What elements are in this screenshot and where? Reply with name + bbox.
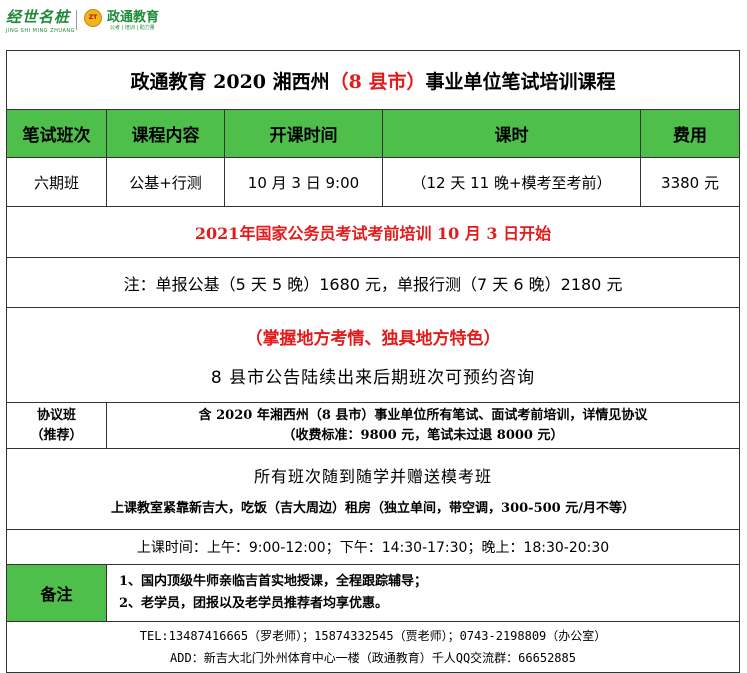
zhengtong-logo-slogan: 公考 | 培训 | 助力量 <box>110 25 155 31</box>
contact-address: ADD：新吉大北门外州体育中心一楼（政通教育）千人QQ交流群：66652885 <box>170 651 576 665</box>
national-exam-notice: 2021年国家公务员考试考前培训 10 月 3 日开始 <box>5 206 741 258</box>
contact-phone: TEL:13487416665（罗老师）；15874332545（贾老师）；07… <box>139 629 607 643</box>
title-part-2: （8 县市） <box>329 70 426 93</box>
title-part-1: 政通教育 2020 湘西州 <box>130 70 330 93</box>
follow-row: 所有班次随到随学并赠送模考班 上课教室紧靠新吉大，吃饭（吉大周边）租房（独立单间… <box>5 448 741 530</box>
title-part-3: 事业单位笔试培训课程 <box>425 70 616 93</box>
remark-item-1: 1、国内顶级牛师亲临吉首实地授课，全程跟踪辅导； <box>119 574 428 589</box>
follow-study-block: 所有班次随到随学并赠送模考班 上课教室紧靠新吉大，吃饭（吉大周边）租房（独立单间… <box>5 448 741 530</box>
agreement-label-line-2: （推荐） <box>30 427 83 443</box>
agreement-label-line-1: 协议班 <box>36 407 76 423</box>
class-time-row: 上课时间：上午：9:00-12:00；下午：14:30-17:30；晚上：18:… <box>5 529 741 565</box>
jingshi-logo-sub: JING SHI MING ZHUANG <box>6 28 76 34</box>
single-enroll-note: 注：单报公基（5 天 5 晚）1680 元，单报行测（7 天 6 晚）2180 … <box>5 257 741 308</box>
reservation-note: 8 县市公告陆续出来后期班次可预约咨询 <box>210 368 536 388</box>
cell-content: 公基+行测 <box>106 157 225 207</box>
agreement-text-line-2: （收费标准：9800 元，笔试未过退 8000 元） <box>282 427 564 443</box>
title-row: 政通教育 2020 湘西州（8 县市）事业单位笔试培训课程 <box>5 50 741 110</box>
local-feature-slogan: （掌握地方考情、独具地方特色） <box>245 329 501 349</box>
header-content: 课程内容 <box>106 109 225 158</box>
follow-study-text: 所有班次随到随学并赠送模考班 <box>254 466 493 486</box>
jingshi-logo-name: 经世名桩 <box>6 8 71 26</box>
class-time: 上课时间：上午：9:00-12:00；下午：14:30-17:30；晚上：18:… <box>5 529 741 565</box>
header-class: 笔试班次 <box>6 109 107 158</box>
agreement-row: 协议班 （推荐） 含 2020 年湘西州（8 县市）事业单位所有笔试、面试考前培… <box>6 402 741 449</box>
remarks-label: 备注 <box>6 564 107 622</box>
logo-strip: 经世名桩 JING SHI MING ZHUANG ZT 政通教育 公考 | 培… <box>6 4 306 34</box>
cell-hours: （12 天 11 晚+模考至考前） <box>382 157 641 207</box>
remarks-text: 1、国内顶级牛师亲临吉首实地授课，全程跟踪辅导； 2、老学员，团报以及老学员推荐… <box>105 564 741 622</box>
logo-divider <box>76 10 77 30</box>
grasp-row: （掌握地方考情、独具地方特色） 8 县市公告陆续出来后期班次可预约咨询 <box>5 307 741 403</box>
national-exam-row: 2021年国家公务员考试考前培训 10 月 3 日开始 <box>5 206 741 258</box>
cell-start-time: 10 月 3 日 9:00 <box>224 157 383 207</box>
cell-fee: 3380 元 <box>639 157 741 207</box>
contact-row: TEL:13487416665（罗老师）；15874332545（贾老师）；07… <box>5 621 741 673</box>
agreement-text-line-1: 含 2020 年湘西州（8 县市）事业单位所有笔试、面试考前培训，详情见协议 <box>198 407 648 423</box>
header-start-time: 开课时间 <box>224 109 383 158</box>
remarks-row: 备注 1、国内顶级牛师亲临吉首实地授课，全程跟踪辅导； 2、老学员，团报以及老学… <box>6 564 741 622</box>
single-note-row: 注：单报公基（5 天 5 晚）1680 元，单报行测（7 天 6 晚）2180 … <box>5 257 741 308</box>
agreement-description: 含 2020 年湘西州（8 县市）事业单位所有笔试、面试考前培训，详情见协议 （… <box>105 402 741 449</box>
course-table: 政通教育 2020 湘西州（8 县市）事业单位笔试培训课程 笔试班次 课程内容 … <box>5 50 741 673</box>
cell-class: 六期班 <box>6 157 107 207</box>
local-feature-block: （掌握地方考情、独具地方特色） 8 县市公告陆续出来后期班次可预约咨询 <box>5 307 741 403</box>
page-title: 政通教育 2020 湘西州（8 县市）事业单位笔试培训课程 <box>5 50 741 110</box>
table-header-row: 笔试班次 课程内容 开课时间 课时 费用 <box>6 109 741 158</box>
zhengtong-logo-name: 政通教育 <box>107 10 160 25</box>
remark-item-2: 2、老学员，团报以及老学员推荐者均享优惠。 <box>119 596 389 611</box>
header-fee: 费用 <box>639 109 741 158</box>
contact-info: TEL:13487416665（罗老师）；15874332545（贾老师）；07… <box>5 621 741 673</box>
header-hours: 课时 <box>382 109 641 158</box>
accommodation-text: 上课教室紧靠新吉大，吃饭（吉大周边）租房（独立单间，带空调，300-500 元/… <box>111 500 635 516</box>
agreement-label: 协议班 （推荐） <box>6 402 107 449</box>
table-row: 六期班 公基+行测 10 月 3 日 9:00 （12 天 11 晚+模考至考前… <box>6 157 741 207</box>
zhengtong-seal-icon: ZT <box>84 9 102 27</box>
jingshi-logo: 经世名桩 JING SHI MING ZHUANG <box>6 6 75 34</box>
